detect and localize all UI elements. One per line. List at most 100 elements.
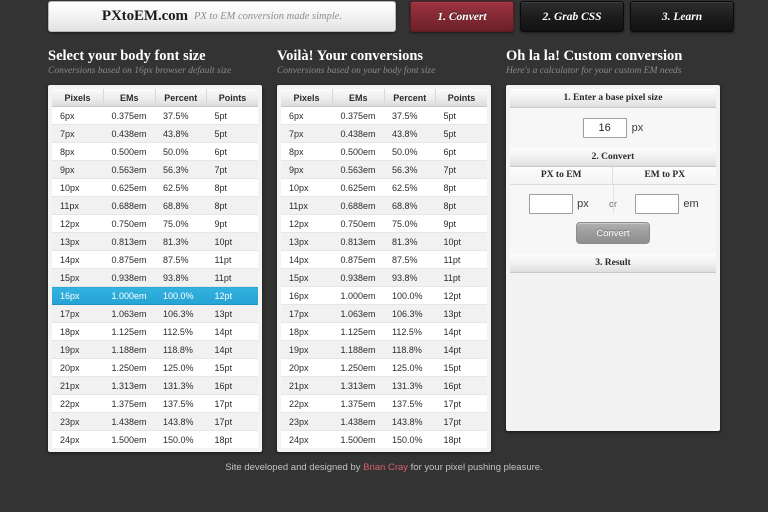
table-row[interactable]: 7px 0.438em 43.8% 5pt	[52, 124, 259, 143]
calculator-step1-header: 1. Enter a base pixel size	[509, 89, 717, 108]
cell-percent: 50.0%	[384, 142, 436, 161]
cell-ems: 0.813em	[103, 232, 156, 251]
cell-points: 18pt	[435, 430, 488, 448]
table-row[interactable]: 9px 0.563em 56.3% 7pt	[52, 160, 259, 179]
table-row[interactable]: 24px 1.500em 150.0% 18pt	[280, 430, 488, 448]
table-row[interactable]: 18px 1.125em 112.5% 14pt	[52, 322, 259, 341]
cell-ems: 0.375em	[332, 106, 384, 125]
table-row[interactable]: 23px 1.438em 143.8% 17pt	[280, 412, 488, 431]
cell-pixels: 22px	[52, 394, 104, 413]
tab-convert[interactable]: 1. Convert	[410, 1, 514, 32]
col-header-pixels[interactable]: Pixels	[280, 89, 333, 107]
cell-percent: 81.3%	[384, 232, 436, 251]
convert-inputs-row: px or em	[509, 185, 717, 214]
table-header-row: Pixels EMs Percent Points	[52, 89, 259, 107]
table-row[interactable]: 20px 1.250em 125.0% 15pt	[52, 358, 259, 377]
cell-ems: 0.625em	[103, 178, 156, 197]
table-row[interactable]: 13px 0.813em 81.3% 10pt	[280, 232, 488, 251]
col-header-points[interactable]: Points	[206, 89, 259, 107]
cell-percent: 118.8%	[155, 340, 207, 359]
footer-suffix: for your pixel pushing pleasure.	[408, 462, 543, 473]
table-row[interactable]: 11px 0.688em 68.8% 8pt	[280, 196, 488, 215]
table-row[interactable]: 13px 0.813em 81.3% 10pt	[52, 232, 259, 251]
cell-points: 17pt	[435, 394, 488, 413]
cell-pixels: 16px	[52, 286, 104, 305]
table-row[interactable]: 19px 1.188em 118.8% 14pt	[52, 340, 259, 359]
table-row[interactable]: 22px 1.375em 137.5% 17pt	[52, 394, 259, 413]
select-table-panel: Pixels EMs Percent Points 6px 0.375em 37.5…	[48, 85, 263, 452]
table-row[interactable]: 9px 0.563em 56.3% 7pt	[280, 160, 488, 179]
cell-points: 10pt	[435, 232, 488, 251]
cell-percent: 106.3%	[155, 304, 207, 323]
tab-grab-css[interactable]: 2. Grab CSS	[520, 1, 624, 32]
cell-pixels: 18px	[280, 322, 333, 341]
table-row[interactable]: 14px 0.875em 87.5% 11pt	[280, 250, 488, 269]
conversions-section-title: Voilà! Your conversions	[276, 48, 424, 64]
table-row[interactable]: 12px 0.750em 75.0% 9pt	[52, 214, 259, 233]
cell-points: 13pt	[435, 304, 488, 323]
table-row[interactable]: 14px 0.875em 87.5% 11pt	[52, 250, 259, 269]
cell-ems: 0.375em	[103, 106, 156, 125]
logo[interactable]: PXtoEM.com PX to EM conversion made simp…	[48, 1, 396, 32]
table-row-selected[interactable]: 16px 1.000em 100.0% 12pt	[52, 286, 259, 305]
em-to-px-label: EM to PX	[644, 170, 686, 180]
table-row[interactable]: 15px 0.938em 93.8% 11pt	[52, 268, 259, 287]
table-row[interactable]: 7px 0.438em 43.8% 5pt	[280, 124, 488, 143]
cell-pixels: 6px	[280, 106, 333, 125]
base-pixel-input[interactable]	[582, 118, 627, 138]
cell-percent: 100.0%	[384, 286, 436, 305]
cell-percent: 62.5%	[384, 178, 436, 197]
tab-learn[interactable]: 3. Learn	[630, 1, 734, 32]
cell-ems: 1.438em	[332, 412, 384, 431]
table-row[interactable]: 8px 0.500em 50.0% 6pt	[280, 142, 488, 161]
table-row[interactable]: 19px 1.188em 118.8% 14pt	[280, 340, 488, 359]
conversions-table-body: 6px 0.375em 37.5% 5pt 7px 0.438em 43.8% 5pt 8px 0…	[280, 106, 488, 448]
cell-percent: 62.5%	[155, 178, 207, 197]
cell-pixels: 8px	[52, 142, 104, 161]
cell-ems: 1.125em	[103, 322, 156, 341]
col-header-percent[interactable]: Percent	[155, 89, 208, 107]
table-row[interactable]: 10px 0.625em 62.5% 8pt	[52, 178, 259, 197]
table-row[interactable]: 10px 0.625em 62.5% 8pt	[280, 178, 488, 197]
cell-ems: 0.625em	[332, 178, 384, 197]
table-row[interactable]: 24px 1.500em 150.0% 18pt	[52, 430, 259, 448]
table-row[interactable]: 17px 1.063em 106.3% 13pt	[280, 304, 488, 323]
select-section-subtitle: Conversions based on 16px browser defaul…	[48, 66, 232, 76]
table-row[interactable]: 15px 0.938em 93.8% 11pt	[280, 268, 488, 287]
logo-tagline: PX to EM conversion made simple.	[193, 11, 343, 22]
cell-percent: 37.5%	[155, 106, 207, 125]
col-header-ems[interactable]: EMs	[332, 89, 385, 107]
col-header-percent[interactable]: Percent	[384, 89, 437, 107]
table-row[interactable]: 12px 0.750em 75.0% 9pt	[280, 214, 488, 233]
col-header-pixels[interactable]: Pixels	[52, 89, 105, 107]
table-row[interactable]: 20px 1.250em 125.0% 15pt	[280, 358, 488, 377]
cell-percent: 112.5%	[384, 322, 436, 341]
cell-percent: 143.8%	[384, 412, 436, 431]
table-row[interactable]: 6px 0.375em 37.5% 5pt	[280, 106, 488, 125]
convert-button[interactable]: Convert	[575, 222, 650, 244]
table-row[interactable]: 21px 1.313em 131.3% 16pt	[52, 376, 259, 395]
table-row[interactable]: 16px 1.000em 100.0% 12pt	[280, 286, 488, 305]
cell-points: 10pt	[206, 232, 259, 251]
table-row[interactable]: 23px 1.438em 143.8% 17pt	[52, 412, 259, 431]
col-header-ems[interactable]: EMs	[103, 89, 156, 107]
em-input[interactable]	[635, 194, 680, 214]
cell-percent: 137.5%	[155, 394, 207, 413]
table-row[interactable]: 11px 0.688em 68.8% 8pt	[52, 196, 259, 215]
table-row[interactable]: 8px 0.500em 50.0% 6pt	[52, 142, 259, 161]
table-row[interactable]: 21px 1.313em 131.3% 16pt	[280, 376, 488, 395]
column-spacer-1	[268, 48, 271, 452]
cell-ems: 1.500em	[103, 430, 156, 448]
footer-author-link[interactable]: Brian Cray	[363, 462, 408, 473]
cell-percent: 68.8%	[155, 196, 207, 215]
cell-points: 11pt	[206, 250, 259, 269]
cell-points: 8pt	[435, 196, 488, 215]
px-input[interactable]	[529, 194, 574, 214]
table-row[interactable]: 22px 1.375em 137.5% 17pt	[280, 394, 488, 413]
table-row[interactable]: 17px 1.063em 106.3% 13pt	[52, 304, 259, 323]
table-row[interactable]: 6px 0.375em 37.5% 5pt	[52, 106, 259, 125]
table-row[interactable]: 18px 1.125em 112.5% 14pt	[280, 322, 488, 341]
col-header-points[interactable]: Points	[435, 89, 488, 107]
cell-pixels: 19px	[52, 340, 104, 359]
cell-percent: 37.5%	[384, 106, 436, 125]
